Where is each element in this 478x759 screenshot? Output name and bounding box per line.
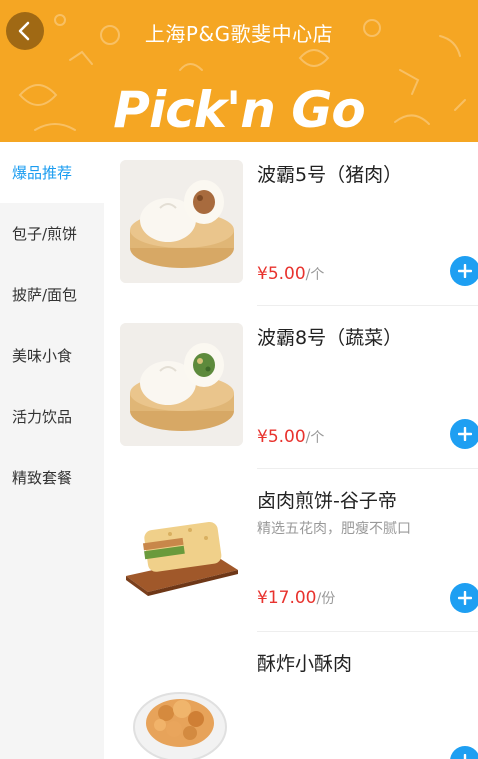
product-item[interactable]: 酥炸小酥肉	[104, 631, 478, 759]
category-item-hot[interactable]: 爆品推荐	[0, 142, 104, 203]
category-item-drinks[interactable]: 活力饮品	[0, 386, 104, 447]
plus-icon	[458, 264, 472, 278]
product-description: 精选五花肉，肥瘦不腻口	[257, 521, 411, 537]
product-name: 波霸5号（猪肉）	[257, 164, 403, 186]
category-item-buns[interactable]: 包子/煎饼	[0, 203, 104, 264]
product-name: 卤肉煎饼-谷子帝	[257, 490, 397, 512]
product-image-vegetable-bun	[120, 323, 243, 446]
store-header: 上海P&G歌斐中心店 Pick'n Go	[0, 0, 478, 142]
product-price: ¥17.00/份	[257, 588, 335, 608]
product-item[interactable]: 卤肉煎饼-谷子帝 精选五花肉，肥瘦不腻口 ¥17.00/份	[104, 468, 478, 631]
product-price: ¥5.00/个	[257, 264, 324, 284]
product-item[interactable]: 波霸8号（蔬菜） ¥5.00/个	[104, 305, 478, 468]
store-name: 上海P&G歌斐中心店	[144, 22, 334, 46]
add-to-cart-button[interactable]	[450, 583, 478, 613]
product-name: 酥炸小酥肉	[257, 653, 353, 675]
unit-label: 份	[321, 591, 336, 607]
price-value: ¥5.00	[257, 264, 306, 284]
product-price: ¥5.00/个	[257, 427, 324, 447]
category-sidebar: 爆品推荐 包子/煎饼 披萨/面包 美味小食 活力饮品 精致套餐	[0, 142, 104, 759]
price-unit: /份	[316, 591, 336, 607]
plus-icon	[463, 754, 467, 759]
plus-icon	[458, 591, 472, 605]
price-unit: /个	[305, 267, 325, 283]
price-unit: /个	[305, 430, 325, 446]
category-item-snacks[interactable]: 美味小食	[0, 325, 104, 386]
category-item-pizza[interactable]: 披萨/面包	[0, 264, 104, 325]
price-value: ¥17.00	[257, 588, 317, 608]
add-to-cart-button[interactable]	[450, 256, 478, 286]
product-item[interactable]: 波霸5号（猪肉） ¥5.00/个	[104, 142, 478, 305]
unit-label: 个	[310, 267, 325, 283]
product-name: 波霸8号（蔬菜）	[257, 327, 403, 349]
unit-label: 个	[310, 430, 325, 446]
product-list: 波霸5号（猪肉） ¥5.00/个 波霸8号（蔬菜） ¥5.00/个 卤肉煎饼-谷…	[104, 142, 478, 759]
product-image-pork-bun	[120, 160, 243, 283]
brand-logo: Pick'n Go	[113, 81, 365, 139]
product-image-pancake	[120, 486, 243, 609]
category-item-combos[interactable]: 精致套餐	[0, 447, 104, 508]
product-image-fried-pork	[120, 649, 243, 759]
plus-icon	[458, 427, 472, 441]
add-to-cart-button[interactable]	[450, 419, 478, 449]
price-value: ¥5.00	[257, 427, 306, 447]
